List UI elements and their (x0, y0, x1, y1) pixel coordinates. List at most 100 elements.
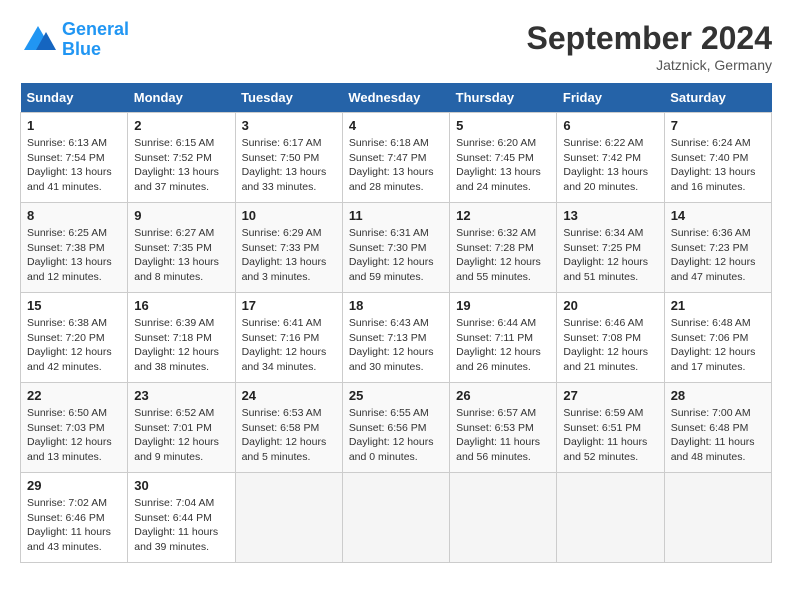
day-number: 6 (563, 118, 657, 133)
calendar-cell (450, 473, 557, 563)
logo: General Blue (20, 20, 129, 60)
day-info: Sunrise: 6:27 AMSunset: 7:35 PMDaylight:… (134, 226, 228, 285)
day-number: 22 (27, 388, 121, 403)
day-info: Sunrise: 6:36 AMSunset: 7:23 PMDaylight:… (671, 226, 765, 285)
day-info: Sunrise: 6:39 AMSunset: 7:18 PMDaylight:… (134, 316, 228, 375)
calendar-week-row: 8Sunrise: 6:25 AMSunset: 7:38 PMDaylight… (21, 203, 772, 293)
day-info: Sunrise: 6:32 AMSunset: 7:28 PMDaylight:… (456, 226, 550, 285)
calendar-week-row: 1 Sunrise: 6:13 AMSunset: 7:54 PMDaylight… (21, 113, 772, 203)
day-info: Sunrise: 6:29 AMSunset: 7:33 PMDaylight:… (242, 226, 336, 285)
day-number: 10 (242, 208, 336, 223)
title-block: September 2024 Jatznick, Germany (527, 20, 772, 73)
calendar-cell: 27 Sunrise: 6:59 AMSunset: 6:51 PMDayligh… (557, 383, 664, 473)
day-info: Sunrise: 6:22 AMSunset: 7:42 PMDaylight:… (563, 136, 657, 195)
day-info: Sunrise: 6:53 AMSunset: 6:58 PMDaylight:… (242, 406, 336, 465)
day-info: Sunrise: 6:46 AMSunset: 7:08 PMDaylight:… (563, 316, 657, 375)
calendar-cell: 10 Sunrise: 6:29 AMSunset: 7:33 PMDayligh… (235, 203, 342, 293)
calendar-cell: 5Sunrise: 6:20 AMSunset: 7:45 PMDaylight… (450, 113, 557, 203)
calendar-cell: 9 Sunrise: 6:27 AMSunset: 7:35 PMDaylight… (128, 203, 235, 293)
calendar-cell: 15Sunrise: 6:38 AMSunset: 7:20 PMDayligh… (21, 293, 128, 383)
logo-line2: Blue (62, 39, 101, 59)
calendar-cell: 23 Sunrise: 6:52 AMSunset: 7:01 PMDayligh… (128, 383, 235, 473)
day-number: 28 (671, 388, 765, 403)
day-info: Sunrise: 6:20 AMSunset: 7:45 PMDaylight:… (456, 136, 550, 195)
calendar-cell: 22Sunrise: 6:50 AMSunset: 7:03 PMDayligh… (21, 383, 128, 473)
day-info: Sunrise: 6:17 AMSunset: 7:50 PMDaylight:… (242, 136, 336, 195)
day-number: 27 (563, 388, 657, 403)
weekday-header: Friday (557, 83, 664, 113)
calendar-cell: 16 Sunrise: 6:39 AMSunset: 7:18 PMDayligh… (128, 293, 235, 383)
day-number: 23 (134, 388, 228, 403)
day-number: 7 (671, 118, 765, 133)
day-info: Sunrise: 6:13 AMSunset: 7:54 PMDaylight:… (27, 136, 121, 195)
weekday-header: Saturday (664, 83, 771, 113)
logo-line1: General (62, 19, 129, 39)
calendar-cell: 8Sunrise: 6:25 AMSunset: 7:38 PMDaylight… (21, 203, 128, 293)
day-number: 16 (134, 298, 228, 313)
weekday-header: Monday (128, 83, 235, 113)
day-info: Sunrise: 6:31 AMSunset: 7:30 PMDaylight:… (349, 226, 443, 285)
weekday-header: Tuesday (235, 83, 342, 113)
calendar-cell: 4Sunrise: 6:18 AMSunset: 7:47 PMDaylight… (342, 113, 449, 203)
day-info: Sunrise: 6:59 AMSunset: 6:51 PMDaylight:… (563, 406, 657, 465)
day-info: Sunrise: 6:55 AMSunset: 6:56 PMDaylight:… (349, 406, 443, 465)
calendar-cell: 13Sunrise: 6:34 AMSunset: 7:25 PMDayligh… (557, 203, 664, 293)
calendar-cell: 3 Sunrise: 6:17 AMSunset: 7:50 PMDaylight… (235, 113, 342, 203)
calendar-cell: 28 Sunrise: 7:00 AMSunset: 6:48 PMDayligh… (664, 383, 771, 473)
day-info: Sunrise: 6:57 AMSunset: 6:53 PMDaylight:… (456, 406, 550, 465)
location: Jatznick, Germany (527, 57, 772, 73)
day-number: 14 (671, 208, 765, 223)
day-number: 20 (563, 298, 657, 313)
calendar-week-row: 15Sunrise: 6:38 AMSunset: 7:20 PMDayligh… (21, 293, 772, 383)
calendar-cell: 19Sunrise: 6:44 AMSunset: 7:11 PMDayligh… (450, 293, 557, 383)
calendar-cell: 2 Sunrise: 6:15 AMSunset: 7:52 PMDaylight… (128, 113, 235, 203)
day-info: Sunrise: 7:00 AMSunset: 6:48 PMDaylight:… (671, 406, 765, 465)
day-number: 3 (242, 118, 336, 133)
day-number: 24 (242, 388, 336, 403)
logo-icon (20, 22, 56, 58)
day-number: 1 (27, 118, 121, 133)
weekday-header: Wednesday (342, 83, 449, 113)
day-info: Sunrise: 6:15 AMSunset: 7:52 PMDaylight:… (134, 136, 228, 195)
day-info: Sunrise: 6:34 AMSunset: 7:25 PMDaylight:… (563, 226, 657, 285)
calendar-cell: 25 Sunrise: 6:55 AMSunset: 6:56 PMDayligh… (342, 383, 449, 473)
calendar-cell: 30 Sunrise: 7:04 AMSunset: 6:44 PMDayligh… (128, 473, 235, 563)
day-number: 11 (349, 208, 443, 223)
day-info: Sunrise: 6:18 AMSunset: 7:47 PMDaylight:… (349, 136, 443, 195)
calendar-cell (664, 473, 771, 563)
calendar-cell: 12Sunrise: 6:32 AMSunset: 7:28 PMDayligh… (450, 203, 557, 293)
day-number: 17 (242, 298, 336, 313)
page-header: General Blue September 2024 Jatznick, Ge… (20, 20, 772, 73)
day-info: Sunrise: 7:04 AMSunset: 6:44 PMDaylight:… (134, 496, 228, 555)
month-title: September 2024 (527, 20, 772, 57)
day-info: Sunrise: 6:43 AMSunset: 7:13 PMDaylight:… (349, 316, 443, 375)
calendar-cell (342, 473, 449, 563)
weekday-header: Thursday (450, 83, 557, 113)
day-info: Sunrise: 6:24 AMSunset: 7:40 PMDaylight:… (671, 136, 765, 195)
day-info: Sunrise: 6:52 AMSunset: 7:01 PMDaylight:… (134, 406, 228, 465)
calendar-cell: 26 Sunrise: 6:57 AMSunset: 6:53 PMDayligh… (450, 383, 557, 473)
calendar-cell: 7 Sunrise: 6:24 AMSunset: 7:40 PMDaylight… (664, 113, 771, 203)
day-number: 9 (134, 208, 228, 223)
weekday-header: Sunday (21, 83, 128, 113)
day-number: 30 (134, 478, 228, 493)
day-number: 18 (349, 298, 443, 313)
calendar-table: SundayMondayTuesdayWednesdayThursdayFrid… (20, 83, 772, 563)
day-info: Sunrise: 6:48 AMSunset: 7:06 PMDaylight:… (671, 316, 765, 375)
calendar-cell: 6 Sunrise: 6:22 AMSunset: 7:42 PMDaylight… (557, 113, 664, 203)
day-number: 26 (456, 388, 550, 403)
calendar-cell: 20 Sunrise: 6:46 AMSunset: 7:08 PMDayligh… (557, 293, 664, 383)
day-number: 25 (349, 388, 443, 403)
logo-text: General Blue (62, 20, 129, 60)
day-number: 29 (27, 478, 121, 493)
day-number: 15 (27, 298, 121, 313)
calendar-cell: 29Sunrise: 7:02 AMSunset: 6:46 PMDayligh… (21, 473, 128, 563)
calendar-week-row: 29Sunrise: 7:02 AMSunset: 6:46 PMDayligh… (21, 473, 772, 563)
day-number: 2 (134, 118, 228, 133)
weekday-header-row: SundayMondayTuesdayWednesdayThursdayFrid… (21, 83, 772, 113)
calendar-cell (235, 473, 342, 563)
calendar-cell: 18 Sunrise: 6:43 AMSunset: 7:13 PMDayligh… (342, 293, 449, 383)
calendar-cell: 14 Sunrise: 6:36 AMSunset: 7:23 PMDayligh… (664, 203, 771, 293)
calendar-cell (557, 473, 664, 563)
day-info: Sunrise: 6:41 AMSunset: 7:16 PMDaylight:… (242, 316, 336, 375)
